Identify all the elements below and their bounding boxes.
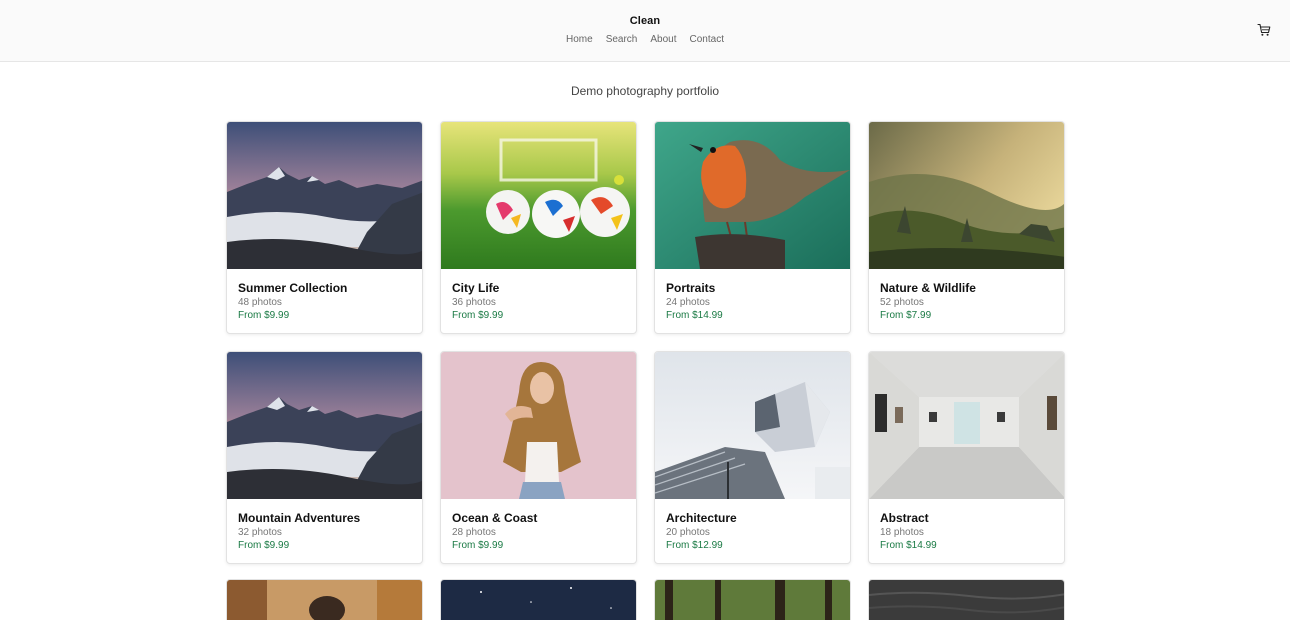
collection-thumbnail xyxy=(441,580,636,620)
collection-title: Portraits xyxy=(666,281,716,295)
photo-count: 32 photos xyxy=(238,527,282,538)
photo-count: 36 photos xyxy=(452,297,496,308)
collection-card[interactable]: City Life 36 photos From $9.99 xyxy=(440,121,637,334)
collection-thumbnail xyxy=(655,352,850,499)
collection-card[interactable]: Abstract 18 photos From $14.99 xyxy=(868,351,1065,564)
collection-title: City Life xyxy=(452,281,500,295)
collection-card[interactable] xyxy=(440,579,637,620)
nav-about[interactable]: About xyxy=(650,34,676,45)
main-nav: Home Search About Contact xyxy=(0,34,1290,45)
collection-thumbnail xyxy=(869,352,1064,499)
photo-count: 48 photos xyxy=(238,297,282,308)
collection-thumbnail xyxy=(869,122,1064,269)
collection-title: Architecture xyxy=(666,511,737,525)
photo-count: 52 photos xyxy=(880,297,924,308)
cart-icon[interactable] xyxy=(1257,23,1271,37)
collection-card[interactable] xyxy=(654,579,851,620)
collection-thumbnail xyxy=(655,122,850,269)
collection-title: Abstract xyxy=(880,511,929,525)
nav-search[interactable]: Search xyxy=(606,34,638,45)
nav-home[interactable]: Home xyxy=(566,34,593,45)
photo-count: 20 photos xyxy=(666,527,710,538)
price-label: From $14.99 xyxy=(666,310,723,321)
collection-thumbnail xyxy=(655,580,850,620)
collection-grid-row-partial xyxy=(226,579,1065,620)
page-subtitle: Demo photography portfolio xyxy=(570,84,720,98)
collection-card[interactable]: Portraits 24 photos From $14.99 xyxy=(654,121,851,334)
price-label: From $9.99 xyxy=(238,310,290,321)
price-label: From $14.99 xyxy=(880,540,937,551)
price-label: From $7.99 xyxy=(880,310,932,321)
collection-title: Ocean & Coast xyxy=(452,511,538,525)
price-label: From $9.99 xyxy=(452,310,504,321)
brand-logo[interactable]: Clean xyxy=(0,15,1290,27)
collection-card[interactable]: Nature & Wildlife 52 photos From $7.99 xyxy=(868,121,1065,334)
collection-card[interactable]: Summer Collection 48 photos From $9.99 xyxy=(226,121,423,334)
collection-grid: Summer Collection 48 photos From $9.99 C… xyxy=(226,121,1065,564)
collection-thumbnail xyxy=(227,352,422,499)
collection-card[interactable]: Mountain Adventures 32 photos From $9.99 xyxy=(226,351,423,564)
collection-thumbnail xyxy=(441,122,636,269)
collection-card[interactable]: Ocean & Coast 28 photos From $9.99 xyxy=(440,351,637,564)
price-label: From $12.99 xyxy=(666,540,723,551)
collection-title: Mountain Adventures xyxy=(238,511,361,525)
collection-title: Nature & Wildlife xyxy=(880,281,976,295)
photo-count: 24 photos xyxy=(666,297,710,308)
collection-card[interactable]: Architecture 20 photos From $12.99 xyxy=(654,351,851,564)
photo-count: 28 photos xyxy=(452,527,496,538)
collection-thumbnail xyxy=(227,580,422,620)
collection-thumbnail xyxy=(441,352,636,499)
price-label: From $9.99 xyxy=(238,540,290,551)
collection-thumbnail xyxy=(869,580,1064,620)
site-header: Clean Home Search About Contact xyxy=(0,0,1290,62)
collection-title: Summer Collection xyxy=(238,281,348,295)
collection-thumbnail xyxy=(227,122,422,269)
nav-contact[interactable]: Contact xyxy=(690,34,724,45)
photo-count: 18 photos xyxy=(880,527,924,538)
collection-card[interactable] xyxy=(226,579,423,620)
price-label: From $9.99 xyxy=(452,540,504,551)
collection-card[interactable] xyxy=(868,579,1065,620)
